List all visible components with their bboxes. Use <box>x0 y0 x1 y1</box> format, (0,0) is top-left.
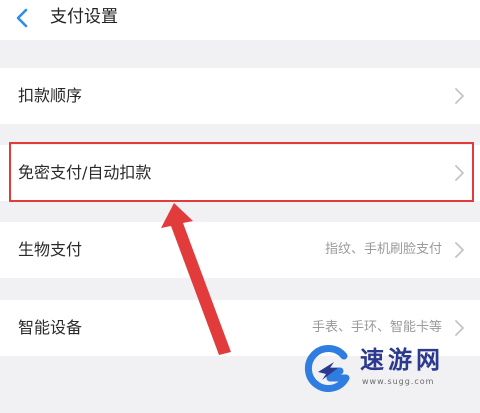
chevron-right-icon <box>455 165 464 181</box>
watermark-url: www.sugg.com <box>362 377 435 386</box>
settings-row-deduction-order[interactable]: 扣款顺序 <box>0 68 480 124</box>
page-title: 支付设置 <box>50 7 118 27</box>
row-label: 生物支付 <box>18 240 83 259</box>
chevron-right-icon <box>455 242 464 258</box>
row-label: 免密支付/自动扣款 <box>18 163 152 182</box>
top-bar: 支付设置 <box>0 0 480 40</box>
chevron-right-icon <box>455 320 464 336</box>
settings-row-biometric-payment[interactable]: 生物支付 指纹、手机刷脸支付 <box>0 222 480 278</box>
settings-row-smart-devices[interactable]: 智能设备 手表、手环、智能卡等 <box>0 300 480 356</box>
row-value: 指纹、手机刷脸支付 <box>324 242 442 257</box>
row-label: 智能设备 <box>18 318 83 337</box>
row-value: 手表、手环、智能卡等 <box>311 320 442 335</box>
back-button[interactable] <box>10 6 34 30</box>
row-label: 扣款顺序 <box>18 86 83 105</box>
chevron-right-icon <box>455 88 464 104</box>
settings-row-password-free-payment[interactable]: 免密支付/自动扣款 <box>0 145 480 201</box>
chevron-left-icon <box>16 8 28 28</box>
